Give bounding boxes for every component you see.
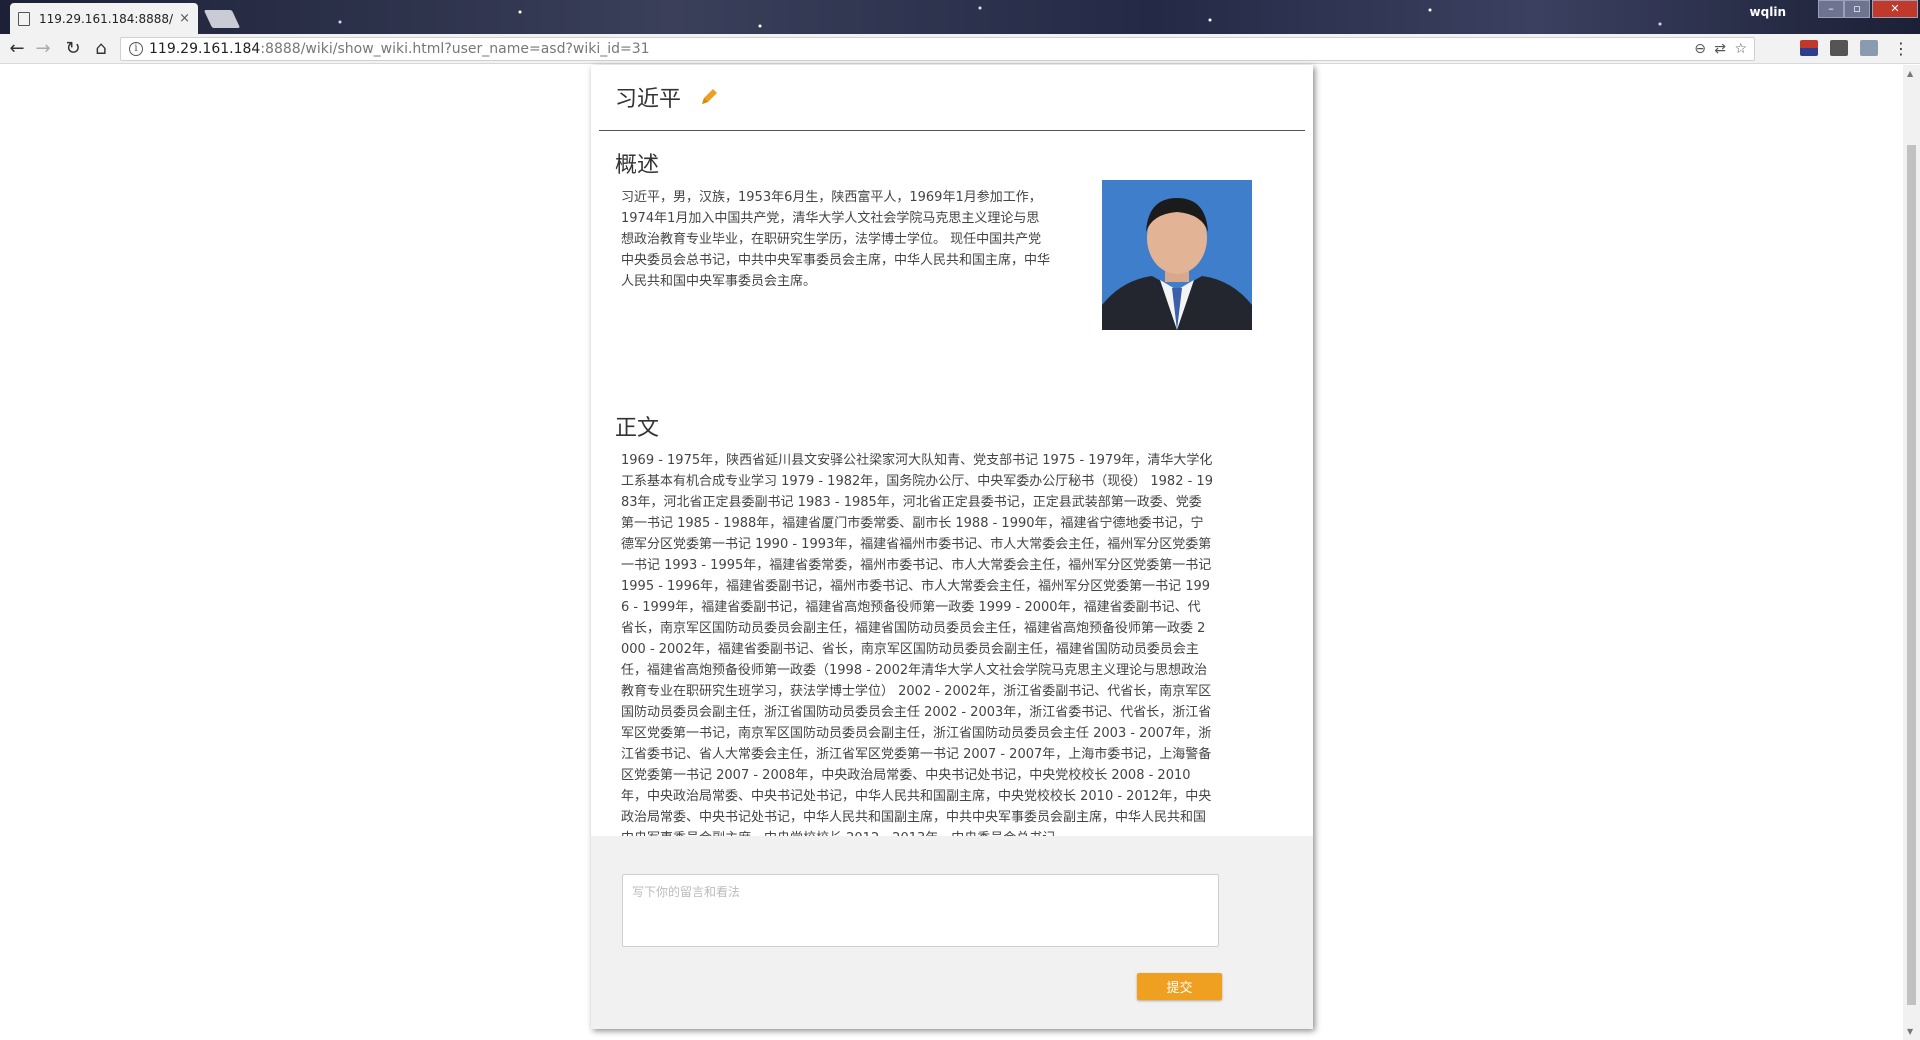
reload-icon[interactable]: ↻ xyxy=(62,38,84,60)
mail-icon[interactable] xyxy=(1830,40,1848,56)
url-text: 119.29.161.184:8888/wiki/show_wiki.html?… xyxy=(149,41,650,57)
forward-arrow-icon[interactable]: → xyxy=(32,38,54,60)
minimize-button[interactable]: – xyxy=(1818,0,1844,18)
document-icon xyxy=(18,11,30,26)
browser-titlebar: 119.29.161.184:8888/w × wqlin – ▫ ✕ xyxy=(0,0,1920,34)
extension-icon[interactable] xyxy=(1860,40,1878,56)
star-icon[interactable]: ☆ xyxy=(1734,41,1747,57)
page-scrollbar[interactable]: ▲ ▼ xyxy=(1903,65,1920,1040)
browser-tab[interactable]: 119.29.161.184:8888/w × xyxy=(10,3,198,34)
maximize-button[interactable]: ▫ xyxy=(1844,0,1870,18)
page-title: 习近平 xyxy=(615,87,682,112)
zoom-icon[interactable]: ⊖ xyxy=(1694,41,1706,57)
back-arrow-icon[interactable]: ← xyxy=(6,38,28,60)
portrait-image xyxy=(1102,180,1252,330)
pencil-icon[interactable] xyxy=(699,87,719,107)
comment-input[interactable] xyxy=(622,874,1219,947)
translate-icon[interactable]: ⇄ xyxy=(1714,41,1726,57)
scroll-up-icon[interactable]: ▲ xyxy=(1907,69,1913,78)
url-rest: :8888/wiki/show_wiki.html?user_name=asd?… xyxy=(260,41,650,57)
scroll-down-icon[interactable]: ▼ xyxy=(1907,1027,1913,1036)
summary-heading: 概述 xyxy=(615,153,660,178)
close-window-button[interactable]: ✕ xyxy=(1872,0,1918,18)
browser-toolbar: ← → ↻ ⌂ i 119.29.161.184:8888/wiki/show_… xyxy=(0,34,1920,64)
profile-user-label[interactable]: wqlin xyxy=(1750,5,1786,19)
menu-icon[interactable]: ⋮ xyxy=(1890,38,1912,60)
url-host: 119.29.161.184 xyxy=(149,41,261,57)
address-bar[interactable]: i 119.29.161.184:8888/wiki/show_wiki.htm… xyxy=(120,37,1755,61)
info-icon[interactable]: i xyxy=(129,42,143,56)
title-divider xyxy=(599,130,1305,131)
comment-section: 提交 xyxy=(591,836,1313,1029)
tab-close-icon[interactable]: × xyxy=(179,11,190,26)
body-text: 1969 - 1975年，陕西省延川县文安驿公社梁家河大队知青、党支部书记 19… xyxy=(621,453,1213,846)
extension-flag-icon[interactable] xyxy=(1800,40,1818,56)
scrollbar-thumb[interactable] xyxy=(1907,145,1916,1005)
new-tab-button[interactable] xyxy=(203,10,241,28)
home-icon[interactable]: ⌂ xyxy=(90,38,112,60)
submit-button[interactable]: 提交 xyxy=(1137,973,1222,1000)
tab-title: 119.29.161.184:8888/w xyxy=(39,11,174,26)
wiki-card: 习近平 概述 习近平，男，汉族，1953年6月生，陕西富平人，1969年1月参加… xyxy=(591,65,1313,1029)
summary-text: 习近平，男，汉族，1953年6月生，陕西富平人，1969年1月参加工作，1974… xyxy=(621,190,1051,289)
body-heading: 正文 xyxy=(615,416,660,441)
